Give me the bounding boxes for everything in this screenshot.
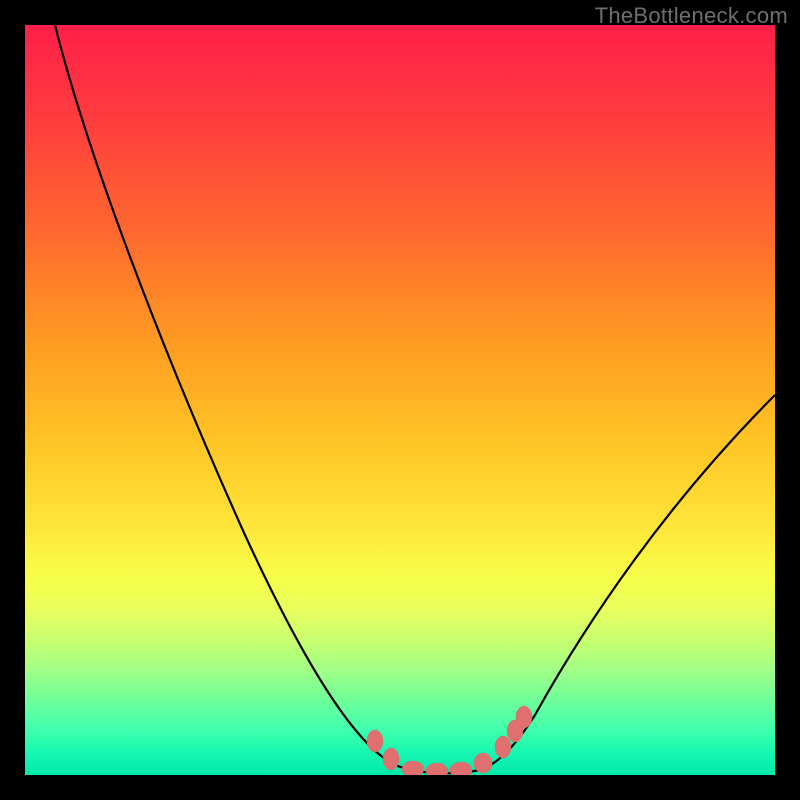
chart-frame: TheBottleneck.com — [0, 0, 800, 800]
curve-marker — [450, 762, 472, 775]
curve-marker — [495, 736, 511, 758]
curve-marker — [402, 761, 424, 775]
watermark-text: TheBottleneck.com — [595, 3, 788, 29]
bottleneck-curve-path — [55, 25, 775, 773]
chart-plot-area — [25, 25, 775, 775]
curve-marker — [367, 730, 383, 752]
curve-marker — [516, 706, 532, 728]
bottleneck-curve-svg — [25, 25, 775, 775]
curve-marker — [474, 753, 492, 773]
curve-marker — [426, 763, 448, 775]
marker-group — [367, 706, 532, 775]
curve-marker — [383, 748, 399, 770]
